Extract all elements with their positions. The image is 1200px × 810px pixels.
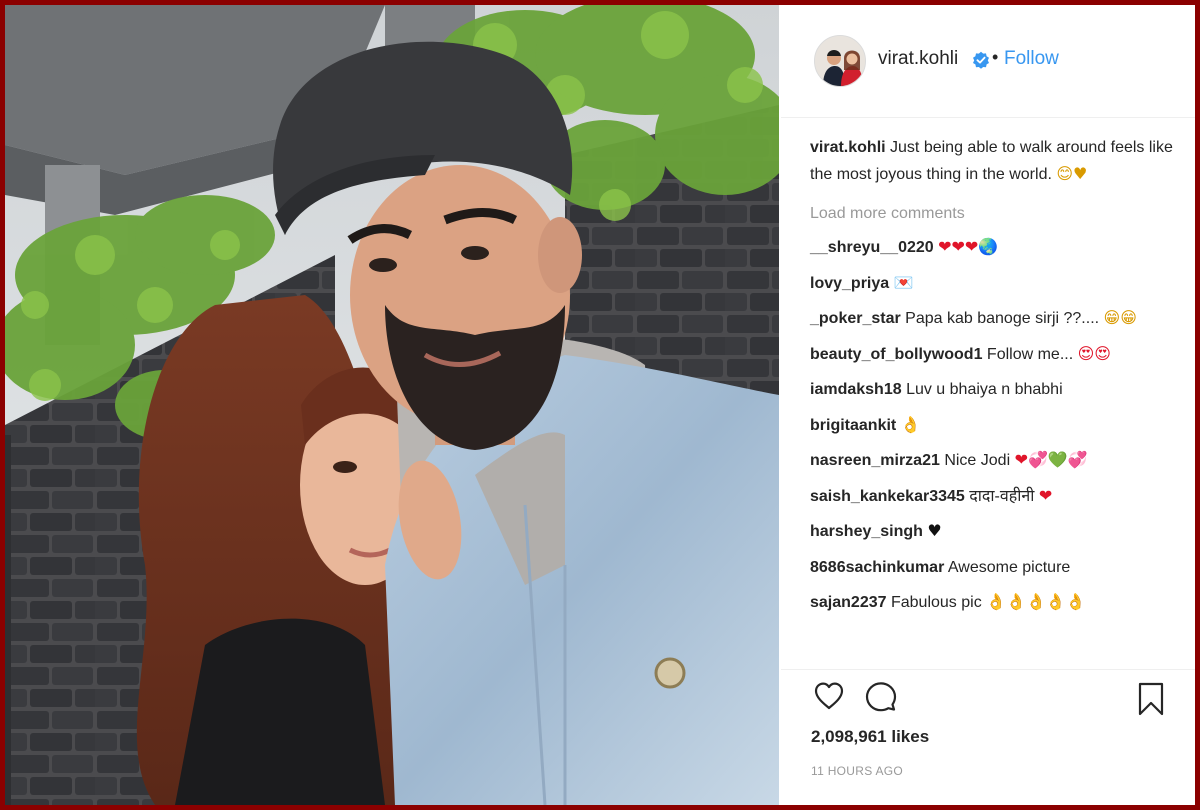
heart-icon[interactable] bbox=[813, 681, 845, 716]
follow-button[interactable]: Follow bbox=[1004, 48, 1059, 70]
post-timestamp: 11 HOURS AGO bbox=[811, 764, 904, 778]
comment-emoji: ♥ bbox=[927, 521, 942, 540]
comment-item: __shreyu__0220 ❤❤❤🌏 bbox=[810, 234, 1180, 261]
comment-item: lovy_priya 💌 bbox=[810, 270, 1180, 297]
comment-text: Luv u bhaiya n bhabhi bbox=[906, 381, 1063, 398]
post-author-username[interactable]: virat.kohli bbox=[878, 48, 958, 70]
comment-emoji: 😍😍 bbox=[1077, 343, 1111, 363]
post-side-panel: virat.kohli • Follow virat.kohli Just be… bbox=[781, 5, 1195, 805]
comment-username[interactable]: _poker_star bbox=[810, 310, 901, 327]
comment-text: दादा-वहीनी bbox=[969, 487, 1035, 505]
comment-item: _poker_star Papa kab banoge sirji ??....… bbox=[810, 305, 1180, 332]
comment-emoji: 😁😁 bbox=[1103, 308, 1137, 327]
comment-item: sajan2237 Fabulous pic 👌👌👌👌👌 bbox=[810, 589, 1180, 616]
comment-text: Fabulous pic bbox=[890, 594, 982, 611]
bookmark-icon[interactable] bbox=[1137, 682, 1165, 721]
comment-bubble-icon[interactable] bbox=[865, 680, 897, 717]
comment-username[interactable]: lovy_priya bbox=[810, 275, 889, 292]
post-frame: virat.kohli • Follow virat.kohli Just be… bbox=[5, 5, 1195, 805]
likes-count[interactable]: 2,098,961 likes bbox=[811, 727, 929, 747]
header-separator: • bbox=[992, 47, 999, 67]
comments-section: virat.kohli Just being able to walk arou… bbox=[810, 135, 1180, 625]
comment-text: Nice Jodi bbox=[944, 452, 1011, 469]
post-actions-bar bbox=[809, 679, 1175, 719]
comment-emoji: 💌 bbox=[893, 272, 914, 292]
comment-username[interactable]: sajan2237 bbox=[810, 594, 887, 611]
comment-text: Awesome picture bbox=[947, 558, 1071, 576]
comment-emoji: ❤💞💚💞 bbox=[1014, 450, 1088, 469]
avatar[interactable] bbox=[814, 35, 866, 87]
comment-emoji: 👌 bbox=[900, 414, 921, 434]
comment-username[interactable]: beauty_of_bollywood1 bbox=[810, 346, 982, 363]
verified-badge-icon bbox=[972, 51, 990, 69]
post-caption: virat.kohli Just being able to walk arou… bbox=[810, 135, 1180, 188]
couple-photo-illustration bbox=[5, 5, 779, 805]
comment-username[interactable]: nasreen_mirza21 bbox=[810, 452, 940, 469]
comment-username[interactable]: 8686sachinkumar bbox=[810, 559, 944, 576]
comment-emoji: ❤ bbox=[1038, 485, 1053, 505]
comment-item: nasreen_mirza21 Nice Jodi ❤💞💚💞 bbox=[810, 447, 1180, 474]
actions-divider bbox=[781, 669, 1195, 670]
comment-item: beauty_of_bollywood1 Follow me... 😍😍 bbox=[810, 341, 1180, 368]
post-photo[interactable] bbox=[5, 5, 779, 805]
comment-item: 8686sachinkumar Awesome picture bbox=[810, 554, 1180, 581]
caption-username[interactable]: virat.kohli bbox=[810, 139, 886, 156]
comment-item: brigitaankit 👌 bbox=[810, 412, 1180, 439]
comment-username[interactable]: harshey_singh bbox=[810, 523, 923, 540]
post-header: virat.kohli • Follow bbox=[781, 5, 1195, 118]
avatar-image bbox=[815, 36, 865, 86]
comment-username[interactable]: iamdaksh18 bbox=[810, 381, 902, 398]
comment-item: harshey_singh ♥ bbox=[810, 518, 1180, 545]
comment-username[interactable]: __shreyu__0220 bbox=[810, 239, 934, 256]
comment-item: saish_kankekar3345 दादा-वहीनी ❤ bbox=[810, 483, 1180, 510]
load-more-comments-link[interactable]: Load more comments bbox=[810, 202, 1180, 226]
comment-username[interactable]: saish_kankekar3345 bbox=[810, 488, 965, 505]
comment-item: iamdaksh18 Luv u bhaiya n bhabhi bbox=[810, 376, 1180, 403]
caption-emoji: 😊♥ bbox=[1056, 164, 1088, 183]
comment-username[interactable]: brigitaankit bbox=[810, 417, 896, 434]
comment-emoji: ❤❤❤🌏 bbox=[938, 237, 999, 256]
comment-emoji: 👌👌👌👌👌 bbox=[986, 592, 1086, 611]
comment-text: Follow me... bbox=[986, 345, 1074, 363]
comment-text: Papa kab banoge sirji ??.... bbox=[905, 310, 1100, 327]
